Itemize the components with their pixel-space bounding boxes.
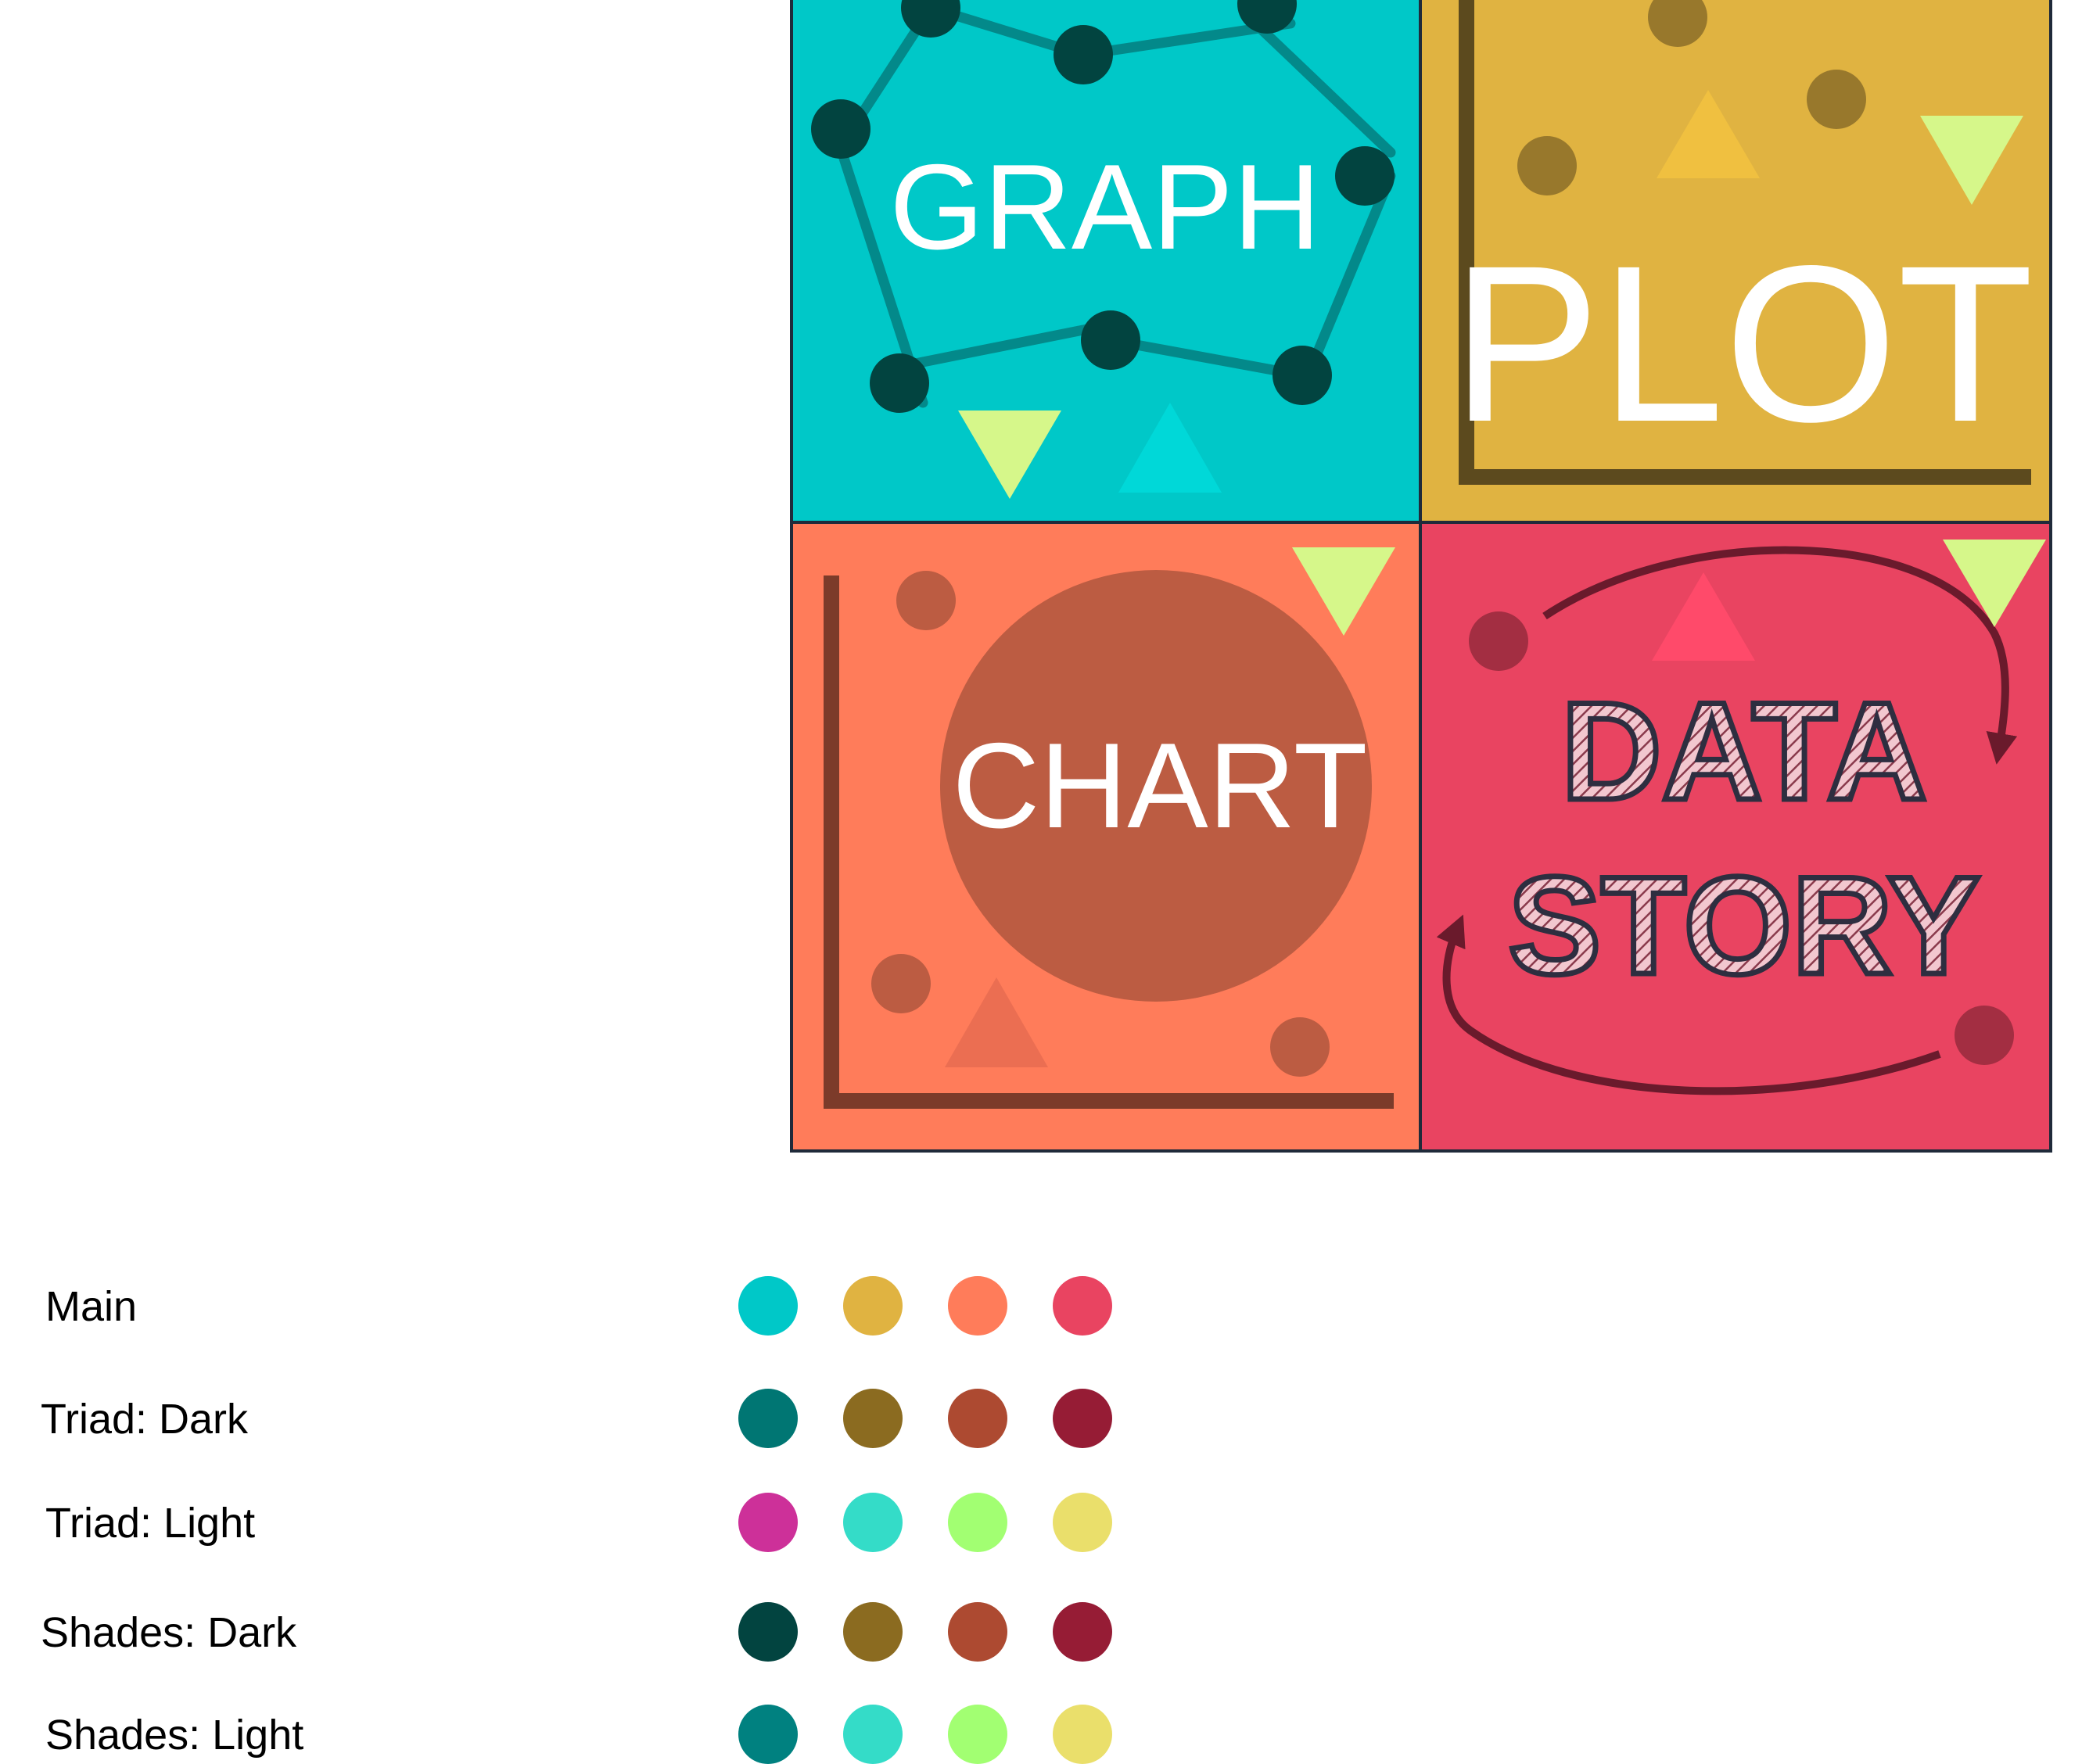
color-swatch <box>843 1389 903 1448</box>
color-swatch <box>948 1493 1007 1552</box>
palette-row-label: Shades: Light <box>45 1712 304 1759</box>
color-swatch <box>843 1276 903 1336</box>
network-node <box>1054 25 1113 84</box>
palette-row-label: Main <box>45 1283 138 1330</box>
network-node <box>1081 310 1140 370</box>
color-swatch <box>738 1602 798 1662</box>
color-swatch <box>843 1705 903 1764</box>
plot-dot <box>1517 136 1577 195</box>
palette-row-label: Triad: Light <box>45 1500 256 1547</box>
color-swatch <box>1053 1705 1112 1764</box>
network-node <box>1335 146 1395 206</box>
color-swatch <box>1053 1602 1112 1662</box>
graph-tile: GRAPH <box>790 0 1420 522</box>
color-swatch <box>948 1705 1007 1764</box>
chart-dot <box>1270 1017 1330 1077</box>
palette-row-label: Triad: Dark <box>41 1396 249 1443</box>
infographic-canvas: GRAPH PLOT CHART DATA STORY <box>790 0 2052 1153</box>
plot-label: PLOT <box>1452 220 2034 468</box>
color-swatch <box>948 1602 1007 1662</box>
network-node <box>1273 346 1332 405</box>
color-swatch <box>738 1389 798 1448</box>
color-swatch <box>843 1493 903 1552</box>
color-swatch <box>1053 1493 1112 1552</box>
color-swatch <box>1053 1276 1112 1336</box>
chart-label: CHART <box>952 718 1367 853</box>
network-node <box>870 353 929 413</box>
color-swatch <box>948 1389 1007 1448</box>
chart-dot <box>871 954 931 1013</box>
color-swatch <box>843 1602 903 1662</box>
story-dot <box>1955 1006 2014 1065</box>
color-swatch <box>948 1276 1007 1336</box>
chart-tile: CHART <box>790 522 1420 1153</box>
chart-dot <box>896 571 956 630</box>
plot-dot <box>1807 70 1866 129</box>
color-swatch <box>738 1705 798 1764</box>
data-story-tile: DATA STORY <box>1420 522 2051 1153</box>
data-story-line1: DATA <box>1561 673 1927 829</box>
plot-tile: PLOT <box>1420 0 2051 522</box>
data-story-line2: STORY <box>1508 848 1980 1003</box>
palette-row-label: Shades: Dark <box>41 1609 297 1656</box>
color-swatch <box>738 1276 798 1336</box>
color-swatch <box>738 1493 798 1552</box>
network-node <box>811 99 870 159</box>
color-swatch <box>1053 1389 1112 1448</box>
graph-label: GRAPH <box>889 139 1320 274</box>
story-dot <box>1469 611 1528 671</box>
